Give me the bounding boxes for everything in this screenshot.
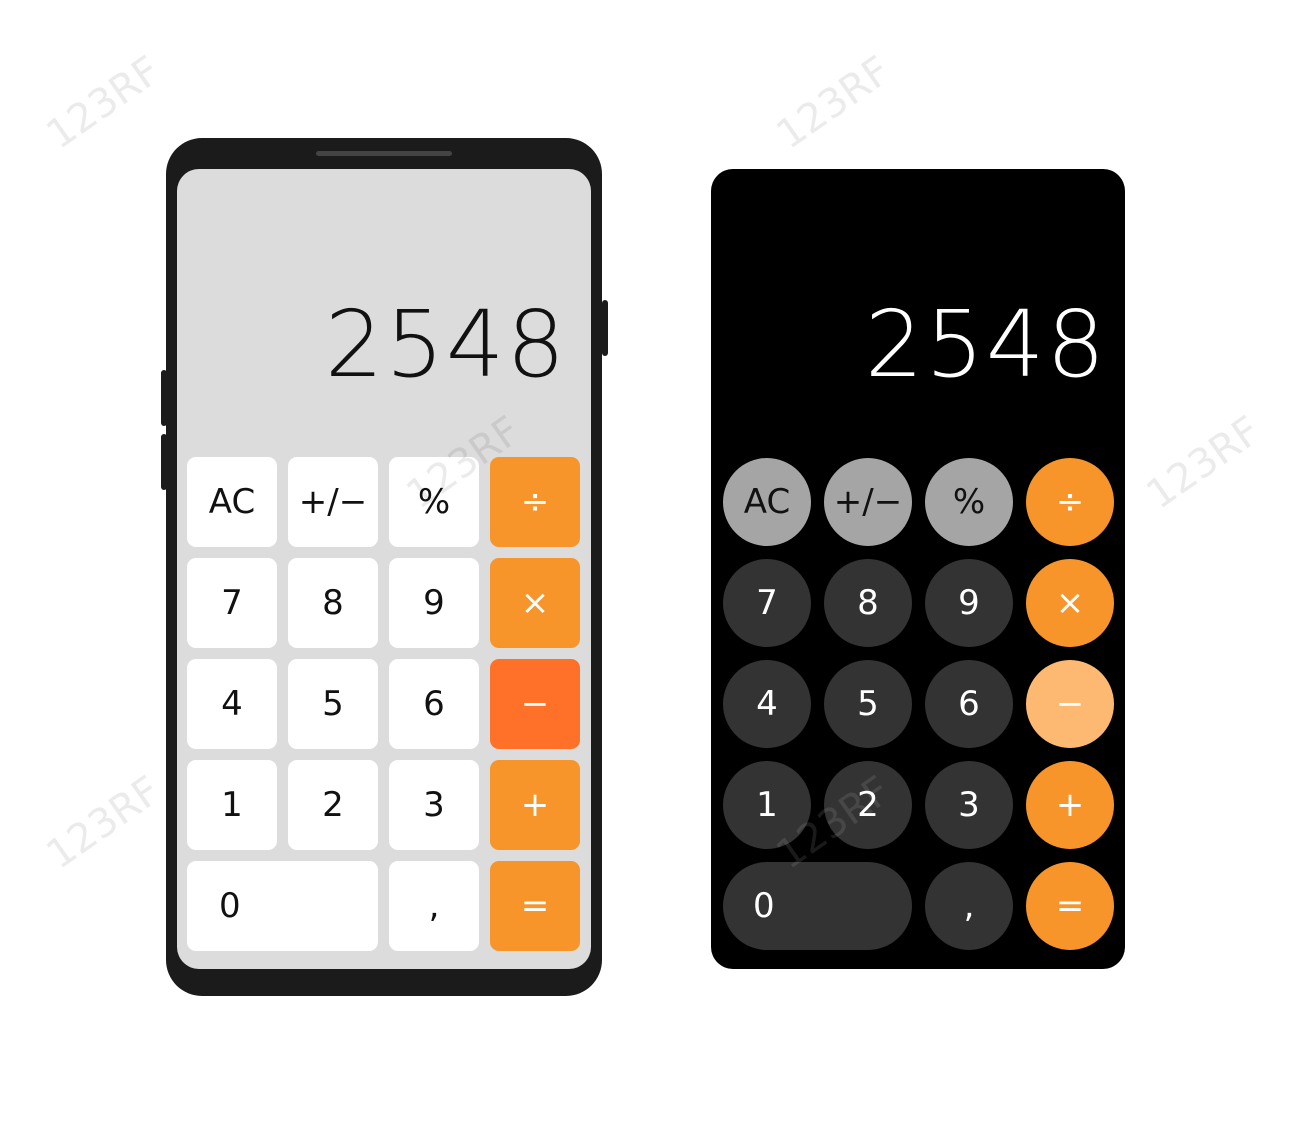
key-plus[interactable]: +: [490, 760, 580, 850]
stage: 2548 AC +/− % ÷ 7 8 9 × 4 5 6 − 1 2 3 + …: [0, 0, 1300, 1138]
dark-calculator-screen: 2548 AC +/− % ÷ 7 8 9 × 4 5 6 − 1 2 3 + …: [711, 169, 1125, 969]
volume-down-button: [161, 434, 167, 490]
key-6[interactable]: 6: [389, 659, 479, 749]
key-equals[interactable]: =: [490, 861, 580, 951]
key-5[interactable]: 5: [288, 659, 378, 749]
key-8[interactable]: 8: [824, 559, 912, 647]
key-6[interactable]: 6: [925, 660, 1013, 748]
key-minus[interactable]: −: [490, 659, 580, 749]
key-2[interactable]: 2: [288, 760, 378, 850]
light-keypad: AC +/− % ÷ 7 8 9 × 4 5 6 − 1 2 3 + 0 , =: [187, 457, 581, 951]
watermark-text: 123RF: [768, 47, 899, 159]
watermark-text: 123RF: [38, 767, 169, 879]
key-multiply[interactable]: ×: [490, 558, 580, 648]
key-9[interactable]: 9: [925, 559, 1013, 647]
key-1[interactable]: 1: [723, 761, 811, 849]
calculator-display: 2548: [324, 291, 567, 398]
key-ac[interactable]: AC: [187, 457, 277, 547]
key-ac[interactable]: AC: [723, 458, 811, 546]
watermark-text: 123RF: [1138, 407, 1269, 519]
key-4[interactable]: 4: [187, 659, 277, 749]
key-divide[interactable]: ÷: [1026, 458, 1114, 546]
key-3[interactable]: 3: [925, 761, 1013, 849]
key-plus-minus[interactable]: +/−: [288, 457, 378, 547]
key-7[interactable]: 7: [723, 559, 811, 647]
key-percent[interactable]: %: [925, 458, 1013, 546]
volume-up-button: [161, 370, 167, 426]
dark-keypad: AC +/− % ÷ 7 8 9 × 4 5 6 − 1 2 3 + 0 , =: [723, 458, 1115, 950]
key-0[interactable]: 0: [723, 862, 912, 950]
key-multiply[interactable]: ×: [1026, 559, 1114, 647]
key-plus[interactable]: +: [1026, 761, 1114, 849]
key-equals[interactable]: =: [1026, 862, 1114, 950]
key-5[interactable]: 5: [824, 660, 912, 748]
light-calculator-screen: 2548 AC +/− % ÷ 7 8 9 × 4 5 6 − 1 2 3 + …: [177, 169, 591, 969]
key-divide[interactable]: ÷: [490, 457, 580, 547]
key-4[interactable]: 4: [723, 660, 811, 748]
key-3[interactable]: 3: [389, 760, 479, 850]
power-button: [602, 300, 608, 356]
key-comma[interactable]: ,: [925, 862, 1013, 950]
key-7[interactable]: 7: [187, 558, 277, 648]
key-percent[interactable]: %: [389, 457, 479, 547]
key-2[interactable]: 2: [824, 761, 912, 849]
key-1[interactable]: 1: [187, 760, 277, 850]
watermark-text: 123RF: [38, 47, 169, 159]
key-0[interactable]: 0: [187, 861, 378, 951]
key-minus[interactable]: −: [1026, 660, 1114, 748]
light-phone-frame: 2548 AC +/− % ÷ 7 8 9 × 4 5 6 − 1 2 3 + …: [161, 138, 608, 996]
speaker-grille: [316, 151, 452, 156]
calculator-display: 2548: [864, 291, 1107, 398]
key-9[interactable]: 9: [389, 558, 479, 648]
key-plus-minus[interactable]: +/−: [824, 458, 912, 546]
key-comma[interactable]: ,: [389, 861, 479, 951]
key-8[interactable]: 8: [288, 558, 378, 648]
